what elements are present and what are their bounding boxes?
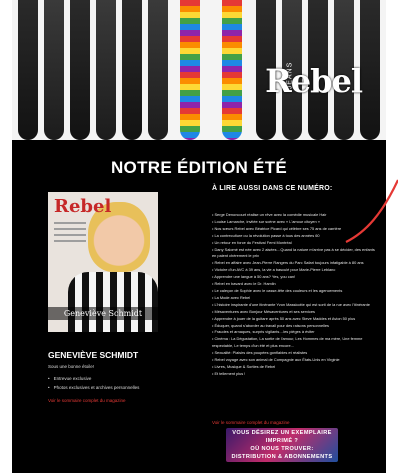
list-item: Dany Salomé est née avec 2 aisées…Quand …	[212, 247, 380, 261]
cta-line: IMPRIMÉ ?	[265, 438, 299, 444]
list-item: Livres, Musique & Sorties de Rebel	[212, 364, 380, 371]
list-item: Fraudes et arnaques, surpris vigilants…l…	[212, 329, 380, 336]
cover-logo: Rebel	[54, 196, 112, 217]
person-subtitle: Sous une bonne étoile!	[48, 364, 95, 369]
list-item: Cinéma : La Dégustation, La sortie de l'…	[212, 336, 380, 350]
list-item: Mésaventures avec Bonjour Mésaventures e…	[212, 309, 380, 316]
list-item: Rebel en bavard avec le Dr. Hamlin	[212, 281, 380, 288]
list-item: Apprendre une langue à 50 ans? Yes, you …	[212, 274, 380, 281]
list-item: Rebel voyage avec son animal de Compagni…	[212, 357, 380, 364]
header-banner: JEANS Rebel	[12, 0, 386, 140]
leg-shape	[360, 0, 380, 140]
leg-shape	[122, 0, 142, 140]
leg-shape	[70, 0, 90, 140]
summary-link[interactable]: Voir le sommaire complet du magazine	[48, 398, 126, 403]
cover-name: Geneviève Schmidt	[48, 307, 158, 320]
list-item: Le caleçon de Sophie avec le casse-tête …	[212, 288, 380, 295]
cover-outfit	[68, 272, 158, 332]
edition-panel: NOTRE ÉDITION ÉTÉ Rebel Geneviève Schmid…	[12, 140, 386, 473]
list-item: Apprendre à jouer de la guitare après 50…	[212, 316, 380, 323]
list-item: Éduquer, quand s'aborder au travail pour…	[212, 323, 380, 330]
banner-logo: Rebel	[265, 62, 363, 100]
rainbow-leg	[180, 0, 200, 140]
page-title: NOTRE ÉDITION ÉTÉ	[110, 158, 288, 177]
cover-text-lines	[54, 222, 86, 246]
cta-line: VOUS DÉSIREZ UN EXEMPLAIRE	[232, 430, 332, 436]
leg-shape	[148, 0, 168, 140]
list-item: Rebel en affaire avec Jean-Pierre Ranger…	[212, 260, 380, 267]
distribution-button[interactable]: VOUS DÉSIREZ UN EXEMPLAIRE IMPRIMÉ ? OÙ …	[226, 428, 338, 462]
list-item: La Mode avec Rebel	[212, 295, 380, 302]
list-item: L'histoire inspirante d'une itinérante Y…	[212, 302, 380, 309]
cta-line: OÙ NOUS TROUVER:	[250, 446, 314, 452]
red-arrow-curve	[345, 179, 398, 243]
list-item: Et tellement plus !	[212, 371, 380, 378]
also-title: À LIRE AUSSI DANS CE NUMÉRO:	[212, 185, 333, 192]
leg-shape	[96, 0, 116, 140]
list-item: Victoire d'un AVC à 39 ans, la vie a bas…	[212, 267, 380, 274]
person-name: GENEVIÈVE SCHMIDT	[48, 350, 139, 360]
list-item: Photos exclusives et archives personnell…	[48, 385, 140, 390]
person-feature-list: Entrevue exclusive Photos exclusives et …	[48, 376, 140, 394]
list-item: Sexualité: Plaisirs des poupées gonflabl…	[212, 350, 380, 357]
magazine-cover[interactable]: Rebel Geneviève Schmidt	[48, 192, 158, 332]
cta-line: DISTRIBUTION & ABONNEMENTS	[231, 454, 333, 460]
leg-shape	[44, 0, 64, 140]
summary-link[interactable]: Voir le sommaire complet du magazine	[212, 420, 290, 425]
rainbow-leg	[222, 0, 242, 140]
leg-shape	[18, 0, 38, 140]
page: JEANS Rebel NOTRE ÉDITION ÉTÉ Rebel Gene…	[0, 0, 398, 473]
list-item: Entrevue exclusive	[48, 376, 139, 381]
